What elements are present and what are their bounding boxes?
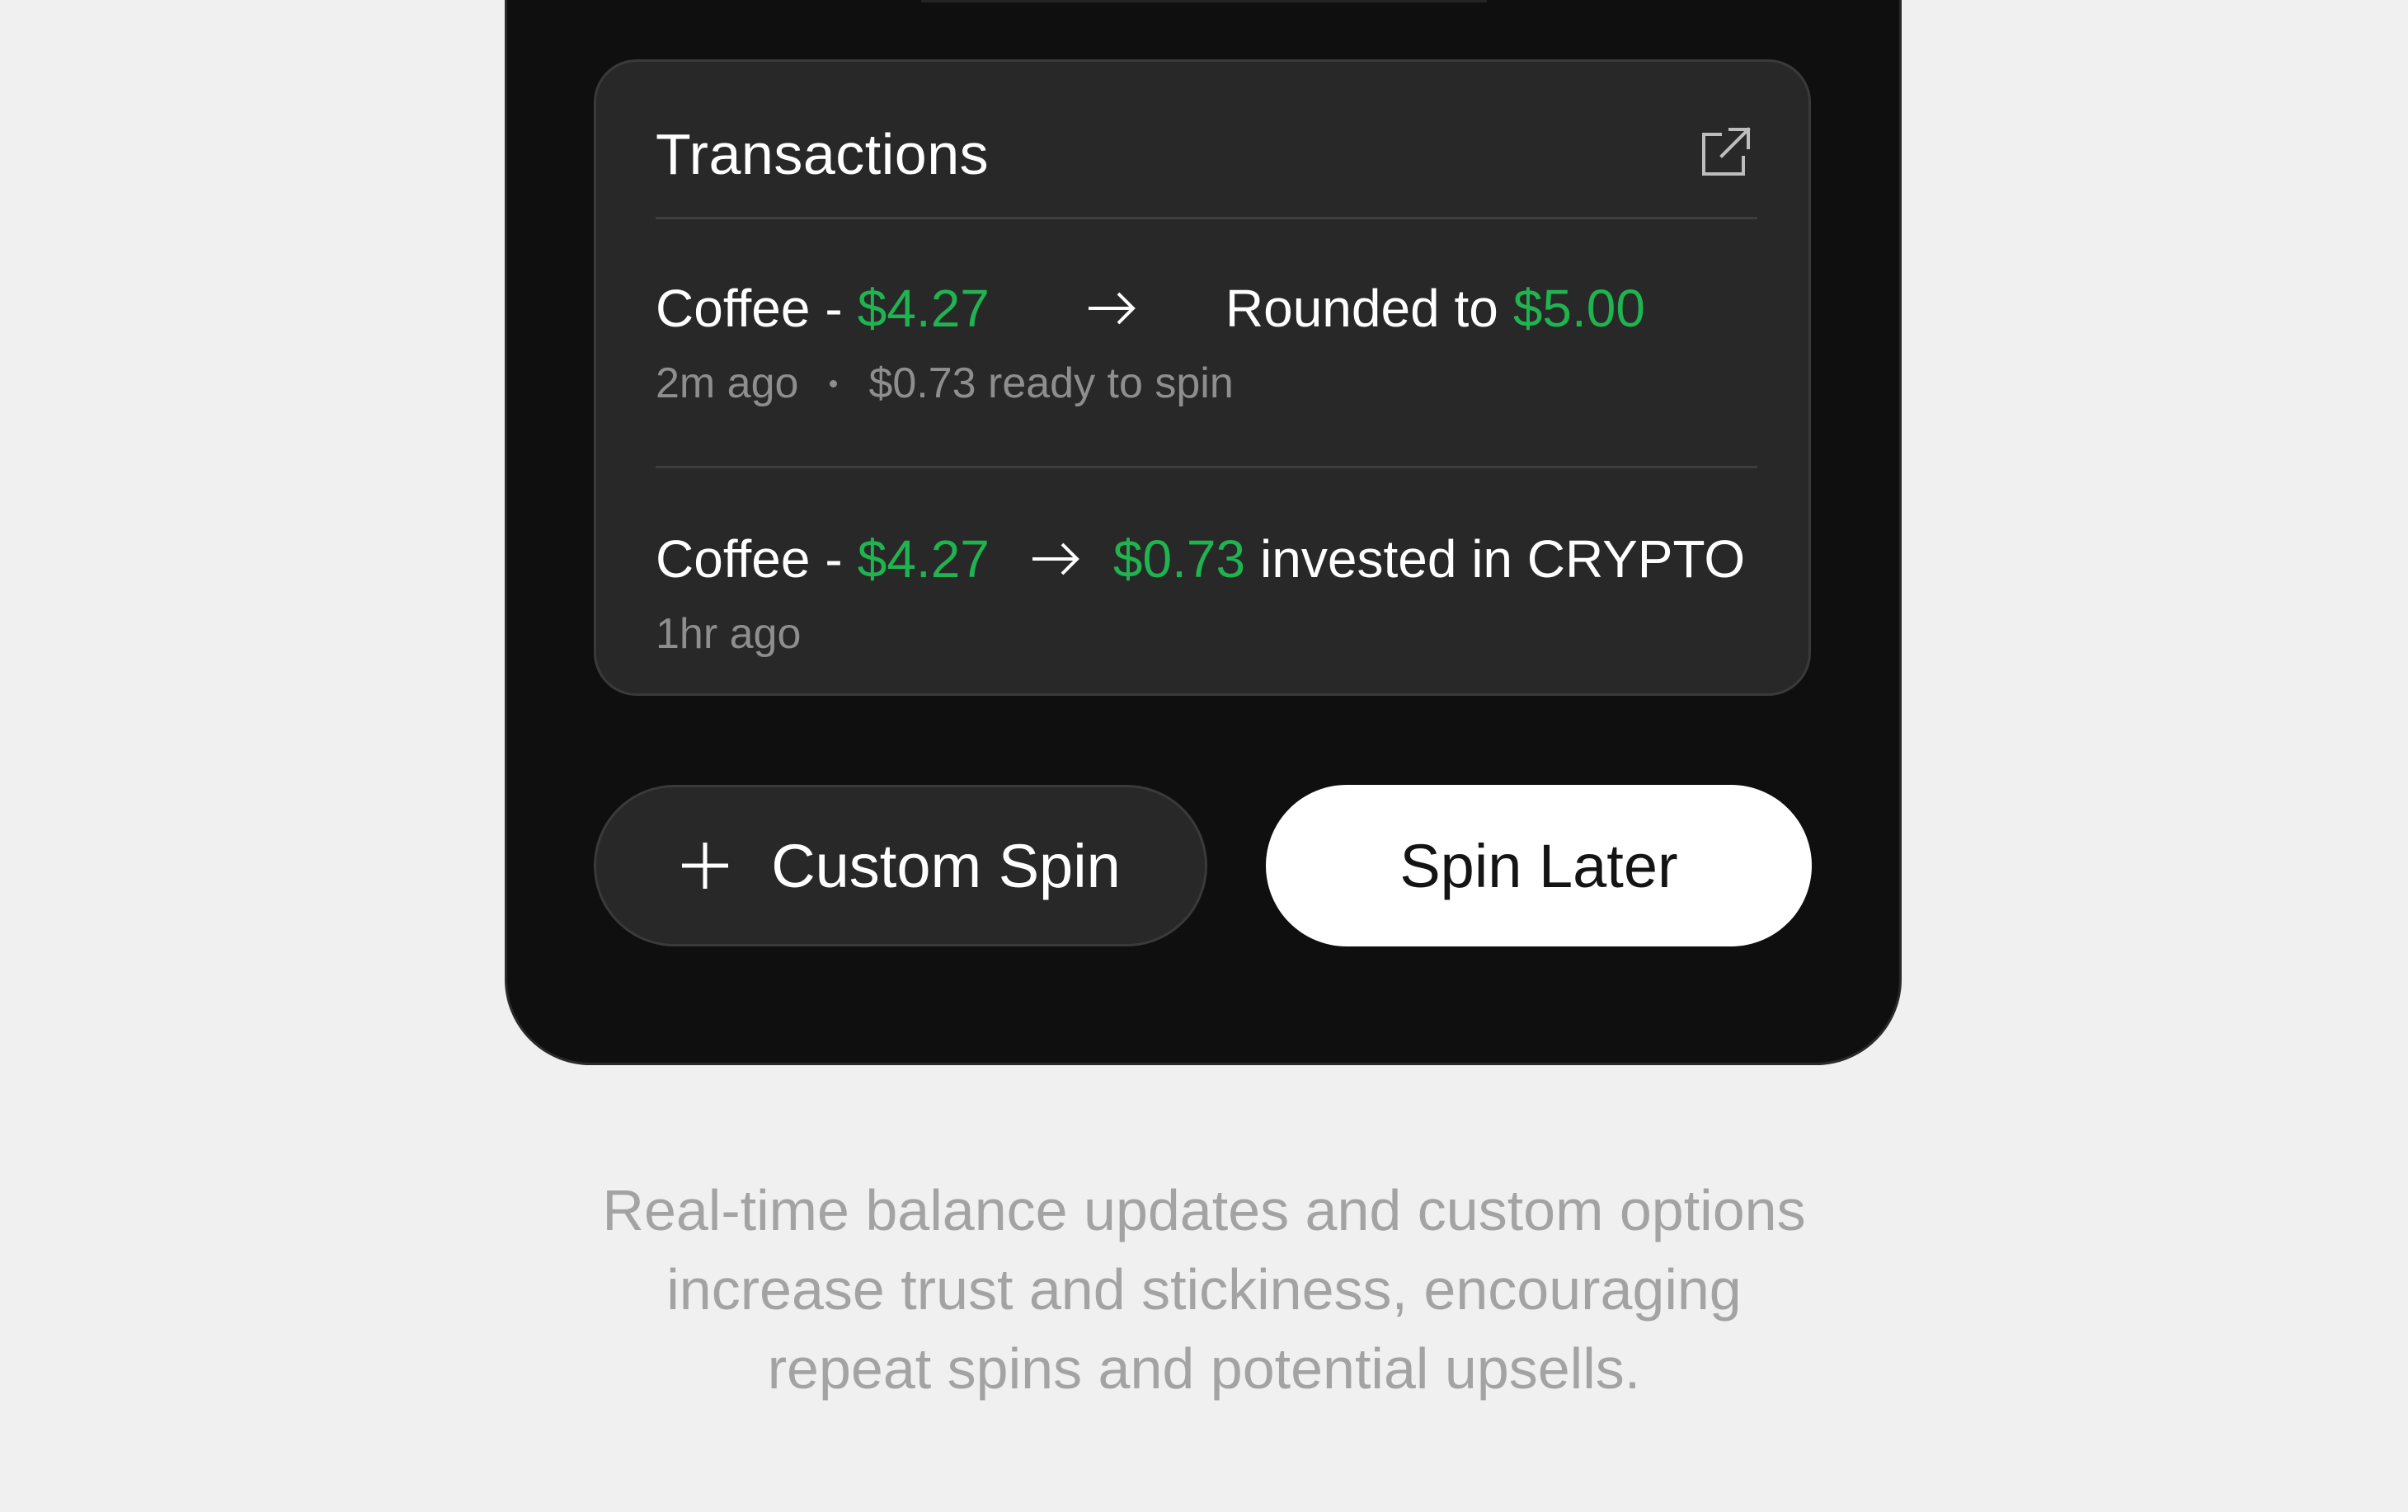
- purchase-amount: $4.27: [857, 279, 990, 338]
- page: Transactions Coffee - $4.27 Rounded to $…: [0, 0, 2408, 1512]
- rounded-label: Rounded to: [1225, 279, 1498, 338]
- arrow-right-icon: [1088, 292, 1136, 325]
- purchase-amount: $4.27: [857, 529, 990, 589]
- transactions-card: Transactions Coffee - $4.27 Rounded to $…: [594, 59, 1811, 696]
- spin-ready-note: $0.73 ready to spin: [868, 359, 1234, 407]
- transaction-row-2[interactable]: Coffee - $4.27 $0.73 invested in CRYPTO: [656, 528, 1745, 589]
- separator: -: [825, 279, 843, 338]
- transaction-time: 2m ago: [656, 359, 799, 407]
- custom-spin-button[interactable]: Custom Spin: [594, 785, 1207, 946]
- spin-later-button[interactable]: Spin Later: [1266, 785, 1812, 946]
- transaction-time: 1hr ago: [656, 610, 802, 658]
- title-divider: [656, 217, 1757, 219]
- spin-later-label: Spin Later: [1399, 831, 1678, 900]
- transaction-meta-2: 1hr ago: [656, 609, 801, 659]
- arrow-right-icon: [1032, 542, 1079, 575]
- transaction-row-1[interactable]: Coffee - $4.27 Rounded to $5.00: [656, 278, 1645, 339]
- invested-amount: $0.73: [1112, 529, 1246, 589]
- caption-line: increase trust and stickiness, encouragi…: [666, 1257, 1742, 1322]
- merchant-name: Coffee: [656, 529, 811, 589]
- external-link-icon[interactable]: [1699, 126, 1752, 179]
- merchant-name: Coffee: [656, 279, 811, 338]
- row-divider: [656, 466, 1757, 468]
- transactions-title: Transactions: [656, 122, 990, 186]
- meta-separator-dot: [830, 379, 838, 387]
- custom-spin-label: Custom Spin: [771, 831, 1121, 900]
- caption-line: repeat spins and potential upsells.: [767, 1336, 1641, 1401]
- phone-top-edge: [921, 0, 1487, 2]
- plus-icon: [682, 843, 729, 889]
- rounded-amount: $5.00: [1512, 279, 1645, 338]
- invested-label: invested in CRYPTO: [1260, 529, 1746, 589]
- caption: Real-time balance updates and custom opt…: [0, 1171, 2408, 1408]
- caption-line: Real-time balance updates and custom opt…: [602, 1178, 1806, 1242]
- separator: -: [825, 529, 843, 589]
- transaction-meta-1: 2m ago $0.73 ready to spin: [656, 359, 1234, 408]
